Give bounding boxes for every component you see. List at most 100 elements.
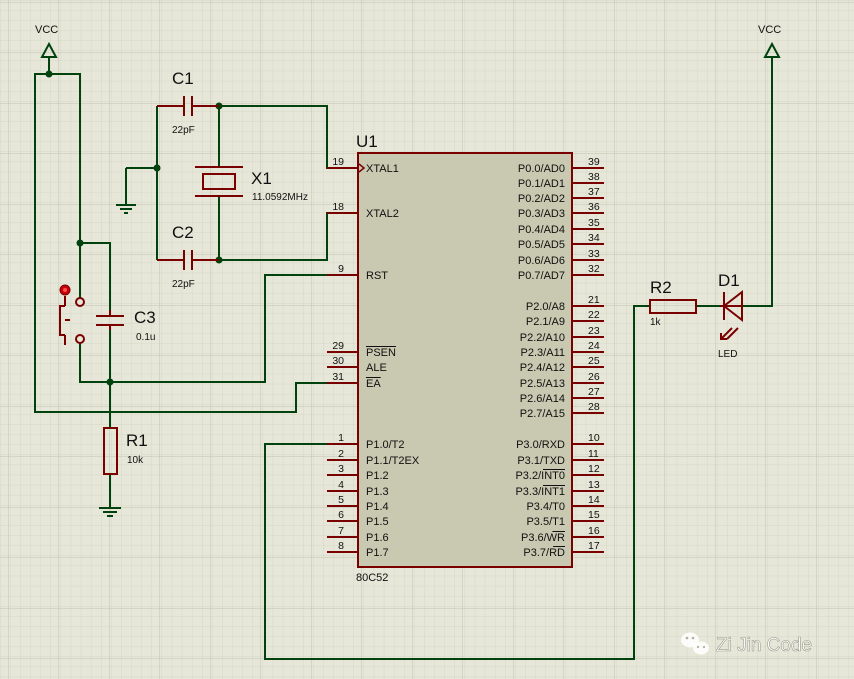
pin-name: P0.1/AD1 [518,178,565,190]
pin-number: 11 [588,448,599,460]
x1-value: 11.0592MHz [252,192,308,203]
c1-ref: C1 [172,69,194,88]
pin-name: P2.0/A8 [526,301,565,313]
c2-ref: C2 [172,223,194,242]
r1-ref: R1 [126,431,148,450]
pin-name: P1.0/T2 [366,439,405,451]
pin-name: P2.6/A14 [520,393,565,405]
chip-part: 80C52 [356,572,388,584]
d1-ref: D1 [718,271,740,290]
watermark-text: Zi Jin Code [716,635,812,656]
pin-number: 32 [588,263,600,275]
pin-number: 12 [588,463,600,475]
pin-number: 37 [588,186,600,198]
junction-dot [76,239,84,247]
pin-name: P3.7/RD [523,547,565,559]
pin-name: P1.1/T2EX [366,455,420,467]
pin-number: 14 [588,494,600,506]
pin-name: P0.3/AD3 [518,208,565,220]
pin-number: 16 [588,525,600,537]
pin-name: P2.3/A11 [521,347,565,359]
pin-name: EA [366,378,381,390]
pin-name: P2.1/A9 [526,316,565,328]
pin-number: 29 [332,340,344,352]
schematic-canvas: VCC VCC C1 22pF C2 22pF X1 11.0592MHz C3… [0,0,854,679]
pin-name: P1.6 [366,532,389,544]
pin-name: P0.6/AD6 [518,255,565,267]
pin-name: P0.0/AD0 [518,163,565,175]
pin-number: 38 [588,171,600,183]
pin-name: P2.4/A12 [520,362,565,374]
x1-ref: X1 [251,169,272,188]
chip-u1: U1 80C52 19XTAL118XTAL29RST29PSEN30ALE31… [327,132,604,584]
pin-name: P1.7 [366,547,389,559]
pin-number: 30 [332,355,344,367]
pin-number: 28 [588,401,600,413]
pin-name: P0.5/AD5 [518,239,565,251]
pin-number: 33 [588,248,600,260]
pin-name: P0.2/AD2 [518,193,565,205]
button-contact-icon [75,334,85,344]
junction-dot [153,164,161,172]
pin-number: 31 [332,371,344,383]
pin-name: ALE [366,362,387,374]
pin-name: P1.5 [366,516,389,528]
pin-name: P3.6/WR [521,532,565,544]
pin-name: RST [366,270,388,282]
pin-number: 5 [338,494,344,506]
pin-number: 24 [588,340,600,352]
pin-number: 4 [338,479,344,491]
pin-name: P0.4/AD4 [518,224,565,236]
pin-number: 8 [338,540,344,552]
pin-number: 22 [588,309,600,321]
pin-name: XTAL1 [366,163,399,175]
pin-name: XTAL2 [366,208,399,220]
pin-number: 35 [588,217,600,229]
junction-dot [45,70,53,78]
pin-number: 27 [588,386,600,398]
c2-value: 22pF [172,279,195,290]
pin-number: 19 [332,156,344,168]
pin-number: 34 [588,232,600,244]
pin-name: P3.2/INT0 [515,470,565,482]
pin-name: P2.7/A15 [520,408,565,420]
pin-number: 18 [332,201,344,213]
pin-number: 17 [588,540,600,552]
pin-number: 10 [588,432,600,444]
junction-dot [106,378,114,386]
pin-name: P3.1/TXD [517,455,565,467]
d1-value: LED [718,349,737,360]
pin-name: P3.4/T0 [526,501,565,513]
pin-name: P2.5/A13 [520,378,565,390]
pin-number: 23 [588,325,600,337]
r1-value: 10k [127,455,144,466]
pin-name: P0.7/AD7 [518,270,565,282]
button-contact-icon [75,297,85,307]
button-highlight-icon [63,288,67,292]
pin-name: P2.2/A10 [520,332,565,344]
pin-number: 2 [338,448,344,460]
pin-number: 15 [588,509,600,521]
pin-number: 21 [588,294,600,306]
pin-number: 39 [588,156,600,168]
pin-number: 1 [338,432,344,444]
pin-name: P3.5/T1 [526,516,565,528]
pin-number: 9 [338,263,344,275]
r2-value: 1k [650,317,662,328]
pin-name: P3.3/INT1 [515,486,565,498]
pin-number: 13 [588,479,600,491]
pin-number: 26 [588,371,600,383]
pin-number: 36 [588,201,600,213]
pin-number: 6 [338,509,344,521]
chip-ref: U1 [356,132,378,151]
pin-number: 7 [338,525,344,537]
c3-value: 0.1u [136,332,155,343]
c3-ref: C3 [134,308,156,327]
pin-name: P1.3 [366,486,389,498]
pin-name: PSEN [366,347,396,359]
c1-value: 22pF [172,125,195,136]
pin-number: 3 [338,463,344,475]
vcc-left-label: VCC [35,24,58,36]
vcc-right-label: VCC [758,24,781,36]
pin-name: P1.2 [366,470,389,482]
